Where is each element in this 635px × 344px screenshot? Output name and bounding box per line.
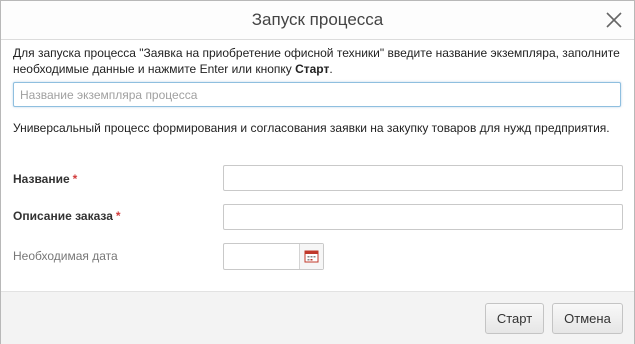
- name-field-label: Название *: [13, 172, 77, 186]
- dialog-footer: Старт Отмена: [1, 291, 634, 344]
- dialog-body: Для запуска процесса "Заявка на приобрет…: [1, 40, 634, 291]
- calendar-button[interactable]: [299, 244, 323, 269]
- dialog-title: Запуск процесса: [251, 10, 384, 29]
- instance-name-input[interactable]: [13, 82, 621, 107]
- required-star: *: [115, 209, 121, 223]
- name-field[interactable]: [223, 165, 623, 191]
- date-input[interactable]: [224, 244, 304, 271]
- intro-text-after: .: [329, 62, 333, 76]
- order-description-field-label: Описание заказа *: [13, 209, 121, 223]
- intro-text: Для запуска процесса "Заявка на приобрет…: [13, 45, 623, 77]
- date-picker: [223, 243, 324, 271]
- calendar-icon: [304, 250, 319, 263]
- start-process-dialog: Запуск процесса Для запуска процесса "За…: [0, 0, 635, 344]
- close-button[interactable]: [604, 10, 624, 30]
- cancel-button[interactable]: Отмена: [552, 303, 623, 334]
- order-description-field[interactable]: [223, 204, 623, 230]
- name-label-text: Название: [13, 172, 70, 186]
- required-star: *: [72, 172, 78, 186]
- close-icon: [606, 12, 622, 28]
- process-description: Универсальный процесс формирования и сог…: [13, 121, 610, 135]
- order-description-label-text: Описание заказа: [13, 209, 113, 223]
- date-field-label: Необходимая дата: [13, 249, 118, 263]
- start-button[interactable]: Старт: [485, 303, 544, 334]
- dialog-header: Запуск процесса: [1, 1, 634, 40]
- intro-start-word: Старт: [295, 62, 330, 76]
